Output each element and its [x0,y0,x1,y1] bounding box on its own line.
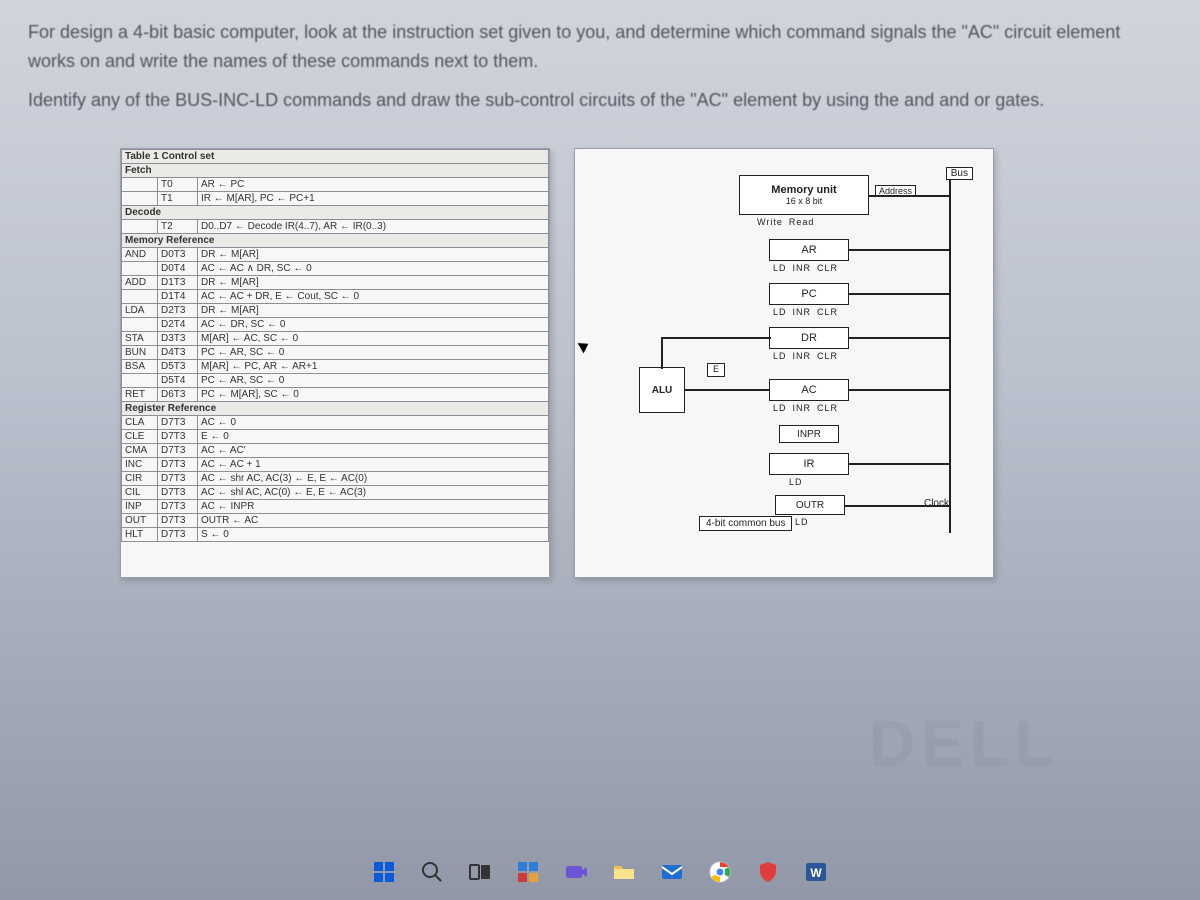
security-icon[interactable] [751,855,785,889]
table-title: Table 1 Control set [122,150,549,164]
register-inpr: INPR [779,425,839,443]
table-row: ANDD0T3DR ← M[AR] [122,248,549,262]
table-row: D5T4PC ← AR, SC ← 0 [122,374,549,388]
outr-signals: LD [795,517,809,527]
table-row: INPD7T3AC ← INPR [122,500,549,514]
memory-unit: Memory unit 16 x 8 bit [739,175,869,215]
register-ir: IR [769,453,849,475]
register-outr: OUTR [775,495,845,515]
question-p2: Identify any of the BUS-INC-LD commands … [28,86,1172,115]
table-row: T1IR ← M[AR], PC ← PC+1 [122,192,549,206]
section-header: Decode [122,206,549,220]
register-dr: DR [769,327,849,349]
table-row: OUTD7T3OUTR ← AC [122,514,549,528]
file-explorer-icon[interactable] [607,855,641,889]
word-icon[interactable]: W [799,855,833,889]
camera-icon[interactable] [559,855,593,889]
figure-row: Table 1 Control set FetchT0AR ← PCT1IR ←… [0,124,1200,578]
table-row: CILD7T3AC ← shl AC, AC(0) ← E, E ← AC(3) [122,486,549,500]
taskbar: W [0,844,1200,900]
block-diagram: Bus Memory unit 16 x 8 bit Address Write… [589,167,979,559]
section-header: Register Reference [122,402,549,416]
ar-signals: LDINRCLR [773,263,838,273]
table-row: T2D0..D7 ← Decode IR(4..7), AR ← IR(0..3… [122,220,549,234]
table-row: D2T4AC ← DR, SC ← 0 [122,318,549,332]
svg-text:W: W [810,866,822,880]
table-row: CLED7T3E ← 0 [122,430,549,444]
register-pc: PC [769,283,849,305]
table-row: RETD6T3PC ← M[AR], SC ← 0 [122,388,549,402]
ac-signals: LDINRCLR [773,403,838,413]
section-header: Fetch [122,164,549,178]
section-header: Memory Reference [122,234,549,248]
bus-line [949,173,951,533]
table-row: D1T4AC ← AC + DR, E ← Cout, SC ← 0 [122,290,549,304]
clock-label: Clock [924,498,949,509]
table-row: CIRD7T3AC ← shr AC, AC(3) ← E, E ← AC(0) [122,472,549,486]
e-flipflop: E [707,363,725,377]
table-row: CLAD7T3AC ← 0 [122,416,549,430]
table-row: ADDD1T3DR ← M[AR] [122,276,549,290]
table-row: STAD3T3M[AR] ← AC, SC ← 0 [122,332,549,346]
question-p1: For design a 4-bit basic computer, look … [28,18,1172,76]
taskview-icon[interactable] [463,855,497,889]
table-row: CMAD7T3AC ← AC' [122,444,549,458]
table-row: INCD7T3AC ← AC + 1 [122,458,549,472]
mail-icon[interactable] [655,855,689,889]
alu-block: ALU [639,367,685,413]
table-row: BSAD5T3M[AR] ← PC, AR ← AR+1 [122,360,549,374]
table-row: D0T4AC ← AC ∧ DR, SC ← 0 [122,262,549,276]
table-row: BUND4T3PC ← AR, SC ← 0 [122,346,549,360]
memory-signals: WriteRead [757,217,814,227]
search-icon[interactable] [415,855,449,889]
common-bus-label: 4-bit common bus [699,516,792,531]
block-diagram-panel: Bus Memory unit 16 x 8 bit Address Write… [574,148,994,578]
widgets-icon[interactable] [511,855,545,889]
question-text: For design a 4-bit basic computer, look … [0,0,1200,114]
table-row: HLTD7T3S ← 0 [122,528,549,542]
start-button[interactable] [367,855,401,889]
table-row: LDAD2T3DR ← M[AR] [122,304,549,318]
table-row: T0AR ← PC [122,178,549,192]
pc-signals: LDINRCLR [773,307,838,317]
dr-signals: LDINRCLR [773,351,838,361]
chrome-icon[interactable] [703,855,737,889]
watermark: DELL [869,706,1060,780]
ir-signals: LD [789,477,803,487]
register-ar: AR [769,239,849,261]
instruction-table: Table 1 Control set FetchT0AR ← PCT1IR ←… [121,149,549,542]
bus-label: Bus [946,167,973,180]
instruction-table-panel: Table 1 Control set FetchT0AR ← PCT1IR ←… [120,148,550,578]
register-ac: AC [769,379,849,401]
